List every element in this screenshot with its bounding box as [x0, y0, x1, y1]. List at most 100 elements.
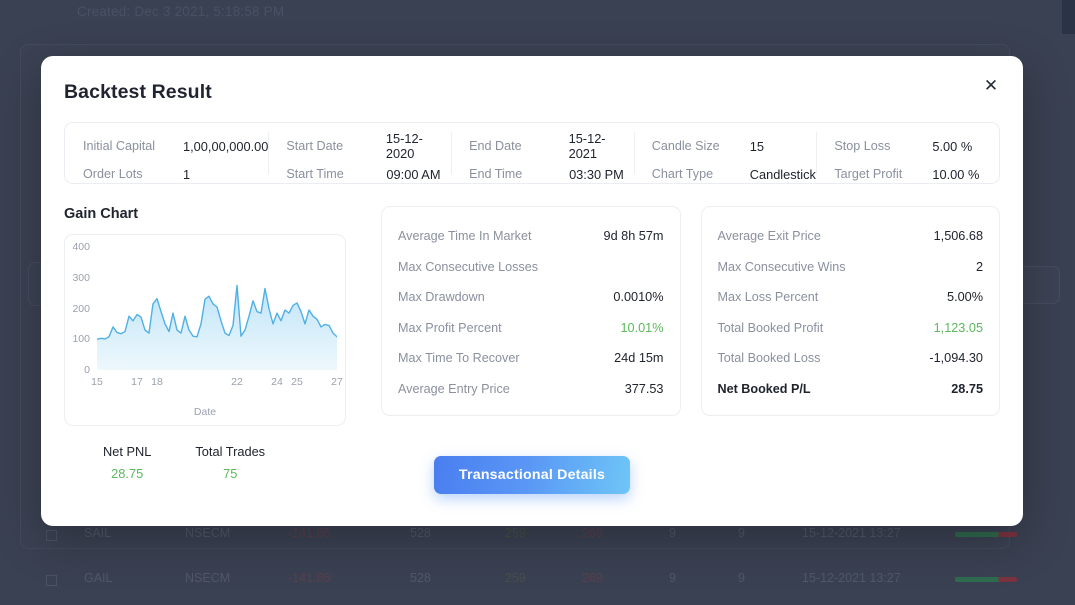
gain-chart-card: Gain Chart 010020030040015171822242527	[64, 206, 361, 416]
parameter-label: Chart Type	[652, 167, 750, 181]
parameter-group: Start Date15-12-2020Start Time09:00 AM	[268, 123, 451, 183]
summary-label: Net PNL	[103, 444, 151, 459]
parameter-group: Candle Size15Chart TypeCandlestick	[634, 123, 817, 183]
parameter-value: 15-12-2021	[569, 131, 634, 161]
x-axis-tick: 24	[271, 376, 283, 388]
x-axis-tick: 22	[231, 376, 243, 388]
parameter-row: End Date15-12-2021	[469, 132, 634, 160]
gain-chart-xaxis-label: Date	[65, 406, 345, 418]
stat-value: 1,506.68	[934, 229, 983, 243]
backdrop-cell-entry: 259	[505, 526, 526, 540]
parameter-label: Candle Size	[652, 139, 750, 153]
stat-row: Average Entry Price 377.53	[398, 374, 664, 405]
summary-item: Net PNL28.75	[103, 444, 151, 481]
close-icon[interactable]: ✕	[977, 72, 1005, 100]
parameter-row: End Time03:30 PM	[469, 160, 634, 188]
backdrop-side-rail	[1062, 0, 1075, 34]
stat-label: Max Loss Percent	[718, 290, 819, 304]
backdrop-cell-qty: 528	[410, 526, 431, 540]
transactional-details-button[interactable]: Transactional Details	[434, 456, 630, 494]
stat-value: 0.0010%	[613, 290, 663, 304]
page-title: Backtest Result	[64, 81, 212, 104]
parameter-group: Initial Capital1,00,00,000.00Order Lots1	[65, 123, 268, 183]
stat-label: Average Exit Price	[718, 229, 821, 243]
backtest-parameters-strip: Initial Capital1,00,00,000.00Order Lots1…	[64, 122, 1000, 184]
backdrop-cell-datetime: 15-12-2021 13:27	[802, 571, 901, 585]
y-axis-tick: 0	[84, 364, 90, 376]
parameter-row: Stop Loss5.00 %	[834, 132, 999, 160]
stat-value: 2	[976, 260, 983, 274]
gain-chart-plot: 010020030040015171822242527	[97, 247, 337, 370]
y-axis-tick: 200	[72, 303, 90, 315]
stat-row: Max Profit Percent10.01%	[398, 313, 664, 344]
stat-label: Max Drawdown	[398, 290, 485, 304]
stat-row: Max Consecutive Losses	[398, 252, 664, 283]
parameter-value: 15	[750, 139, 764, 154]
gain-chart-svg	[97, 247, 337, 370]
stats-card-right: Average Exit Price 1,506.68 Max Consecutiv…	[701, 206, 1001, 416]
parameter-row: Order Lots1	[83, 160, 268, 188]
y-axis-tick: 100	[72, 333, 90, 345]
summary-label: Total Trades	[195, 444, 265, 459]
parameter-label: Order Lots	[83, 167, 183, 181]
row-checkbox	[46, 530, 57, 541]
parameter-label: Initial Capital	[83, 139, 183, 153]
stat-value: 9d 8h 57m	[604, 229, 664, 243]
stat-row: Max Time To Recover24d 15m	[398, 343, 664, 374]
parameter-row: Target Profit10.00 %	[834, 160, 999, 188]
backdrop-cell-exchange: NSECM	[185, 571, 230, 585]
backdrop-cell-c2: 9	[738, 526, 745, 540]
parameter-group: End Date15-12-2021End Time03:30 PM	[451, 123, 634, 183]
x-axis-tick: 17	[131, 376, 143, 388]
backdrop-cell-c2: 9	[738, 571, 745, 585]
backdrop-cell-pnl: -141.85	[288, 526, 330, 540]
parameter-row: Candle Size15	[652, 132, 817, 160]
stat-label: Total Booked Loss	[718, 351, 821, 365]
backdrop-progress-bar	[955, 577, 1017, 582]
stat-row: Max Drawdown 0.0010%	[398, 282, 664, 313]
parameter-value: 1	[183, 167, 190, 182]
parameter-value: 15-12-2020	[386, 131, 451, 161]
x-axis-tick: 25	[291, 376, 303, 388]
stat-label: Max Consecutive Losses	[398, 260, 538, 274]
stat-row: Total Booked Loss-1,094.30	[718, 343, 984, 374]
stat-value: 5.00%	[947, 290, 983, 304]
parameter-value: Candlestick	[750, 167, 816, 182]
parameter-row: Initial Capital1,00,00,000.00	[83, 132, 268, 160]
stat-value: 1,123.05	[934, 321, 983, 335]
backdrop-cell-exchange: NSECM	[185, 526, 230, 540]
y-axis-tick: 300	[72, 272, 90, 284]
backdrop-table-row: SAIL NSECM -141.85 528 259 269 9 9 15-12-2021 13…	[0, 526, 1075, 560]
parameter-value: 1,00,00,000.00	[183, 139, 268, 154]
x-axis-tick: 15	[91, 376, 103, 388]
x-axis-tick: 27	[331, 376, 343, 388]
stat-label: Total Booked Profit	[718, 321, 824, 335]
stat-row: Average Exit Price 1,506.68	[718, 221, 984, 252]
row-checkbox	[46, 575, 57, 586]
gain-chart-frame: 010020030040015171822242527 Date	[64, 234, 346, 426]
backdrop-cell-symbol: SAIL	[84, 526, 111, 540]
x-axis-tick: 18	[151, 376, 163, 388]
stat-label: Max Time To Recover	[398, 351, 520, 365]
backdrop-cell-exit: 269	[582, 526, 603, 540]
backdrop-cell-datetime: 15-12-2021 13:27	[802, 526, 901, 540]
stat-label: Max Profit Percent	[398, 321, 502, 335]
backtest-result-modal: Backtest Result ✕ Initial Capital1,00,00…	[41, 56, 1023, 526]
stat-row: Max Consecutive Wins2	[718, 252, 984, 283]
parameter-group: Stop Loss5.00 %Target Profit10.00 %	[816, 123, 999, 183]
backdrop-cell-exit: 269	[582, 571, 603, 585]
backdrop-cell-c1: 9	[669, 526, 676, 540]
stat-row: Total Booked Profit 1,123.05	[718, 313, 984, 344]
parameter-value: 10.00 %	[932, 167, 979, 182]
results-columns: Gain Chart 010020030040015171822242527	[64, 206, 1000, 416]
stat-row: Average Time In Market9d 8h 57m	[398, 221, 664, 252]
parameter-label: End Time	[469, 167, 569, 181]
stat-label: Average Entry Price	[398, 382, 510, 396]
backdrop-cell-qty: 528	[410, 571, 431, 585]
stat-value: 377.53	[625, 382, 664, 396]
backdrop-table-row: GAILNSECM-141.855282592699915-12-2021 13…	[0, 571, 1075, 605]
parameter-label: End Date	[469, 139, 569, 153]
stat-row: Max Loss Percent 5.00%	[718, 282, 984, 313]
parameter-value: 5.00 %	[932, 139, 972, 154]
y-axis-tick: 400	[72, 241, 90, 253]
